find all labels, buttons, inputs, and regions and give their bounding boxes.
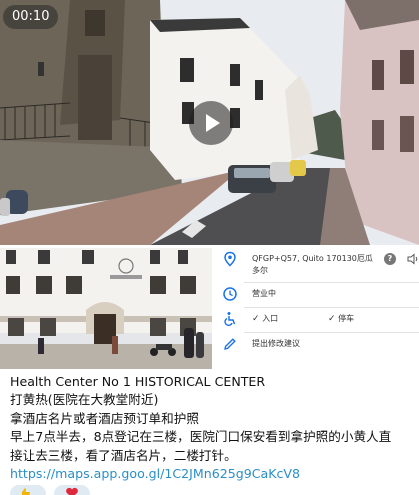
location-pin-icon [224,251,236,267]
hours-status: 营业中 [252,289,276,298]
maps-link[interactable]: https://maps.app.goo.gl/1C2JMn625g9CaKcV… [10,465,415,483]
health-center-image [0,248,212,369]
heart-icon [66,487,78,495]
message-line-5: 接让去三楼，看了酒店名片，二楼打针。 [10,447,237,463]
address-line-2: 多尔 [252,266,268,275]
entrance-chip: ✓ 入口 [252,314,279,324]
address-line-1: QFGP+Q57, Quito 170130厄瓜 [252,254,373,263]
thumbs-up-icon [22,488,30,495]
clock-icon [223,287,237,301]
thumbs-up-reaction[interactable] [10,485,46,495]
help-icon[interactable]: ? [384,253,396,265]
speaker-icon[interactable] [407,253,419,265]
parking-chip: ✓ 停车 [328,314,355,324]
address-row[interactable]: QFGP+Q57, Quito 170130厄瓜 多尔 ? [214,248,419,282]
parking-label: 停车 [338,314,355,323]
hours-row[interactable]: 营业中 [214,283,419,307]
message-line-3: 拿酒店名片或者酒店预订单和护照 [10,410,199,426]
suggest-edit-label: 提出修改建议 [252,339,300,348]
message-title: Health Center No 1 HISTORICAL CENTER [10,374,266,389]
pencil-icon [224,338,236,350]
video-duration-badge: 00:10 [3,5,59,29]
message-line-2: 打黄热(医院在大教堂附近) [10,392,159,408]
suggest-edit-row[interactable]: 提出修改建议 [214,333,419,357]
play-button[interactable] [189,101,233,145]
wheelchair-icon [224,312,236,326]
entrance-label: 入口 [262,314,279,323]
health-center-photo[interactable] [0,248,212,369]
play-icon [206,114,220,132]
video-player[interactable]: 00:10 [0,0,419,245]
message-text: Health Center No 1 HISTORICAL CENTER 打黄热… [10,373,415,483]
maps-info-panel[interactable]: QFGP+Q57, Quito 170130厄瓜 多尔 ? 营业中 ✓ 入口 ✓… [214,248,419,369]
heart-reaction[interactable] [54,485,90,495]
message-line-4: 早上7点半去，8点登记在三楼，医院门口保安看到拿护照的小黄人直 [10,429,392,445]
accessibility-row[interactable]: ✓ 入口 ✓ 停车 [214,308,419,332]
